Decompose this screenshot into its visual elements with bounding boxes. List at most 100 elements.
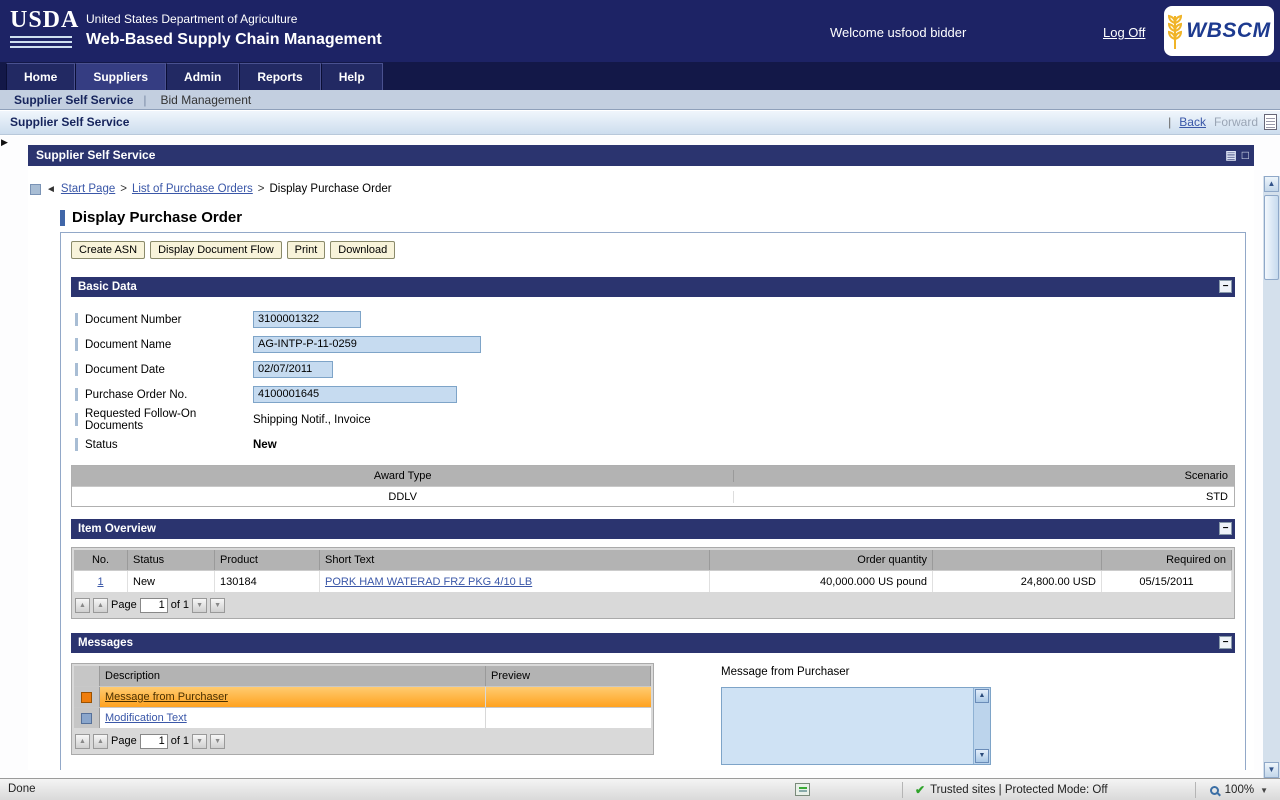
item-no-link[interactable]: 1 (97, 576, 103, 588)
create-asn-button[interactable]: Create ASN (71, 241, 145, 259)
scroll-down-button[interactable]: ▼ (1264, 762, 1279, 778)
scroll-down-icon[interactable]: ▼ (975, 749, 989, 763)
col-preview: Preview (486, 666, 651, 686)
item-table: No. Status Product Short Text Order quan… (71, 547, 1235, 619)
modification-text-link[interactable]: Modification Text (105, 712, 187, 724)
col-no: No. (74, 550, 128, 570)
security-check-icon: ✔ (915, 783, 925, 797)
zoom-control[interactable]: 100% ▼ (1195, 782, 1268, 798)
crumb-start-page[interactable]: Start Page (61, 183, 115, 195)
collapse-icon[interactable]: − (1219, 280, 1232, 293)
field-marker (75, 438, 78, 451)
col-status: Status (128, 550, 215, 570)
tab-reports[interactable]: Reports (239, 63, 320, 90)
crumb-separator: > (258, 183, 265, 195)
history-separator: | (1168, 115, 1171, 129)
textarea-scrollbar[interactable]: ▲ ▼ (973, 688, 990, 764)
message-from-purchaser-link[interactable]: Message from Purchaser (105, 691, 228, 703)
download-button[interactable]: Download (330, 241, 395, 259)
item-order-quantity: 40,000.000 US pound (710, 571, 933, 592)
next-page-button[interactable]: ▼ (192, 734, 207, 749)
zoom-icon (1210, 786, 1219, 795)
messages-table-header: Description Preview (74, 666, 651, 686)
basic-data-section-header: Basic Data − (71, 277, 1235, 297)
sub-nav: Supplier Self Service | Bid Management (0, 90, 1280, 110)
subnav-bid-management[interactable]: Bid Management (147, 93, 266, 107)
notes-icon[interactable]: ▤ (1225, 145, 1236, 166)
prev-page-button[interactable]: ▲ (93, 734, 108, 749)
tab-home[interactable]: Home (6, 63, 75, 90)
col-order-quantity: Order quantity (710, 550, 933, 570)
scenario-header: Scenario (734, 470, 1234, 482)
print-button[interactable]: Print (287, 241, 326, 259)
item-overview-title: Item Overview (78, 523, 156, 535)
item-overview-section-header: Item Overview − (71, 519, 1235, 539)
title-accent-bar (60, 210, 65, 226)
award-type-header: Award Type (72, 470, 734, 482)
page-of-label: of 1 (171, 599, 189, 611)
collapse-icon[interactable]: − (1219, 636, 1232, 649)
page-input[interactable] (140, 598, 168, 613)
forward-link[interactable]: Forward (1214, 115, 1258, 129)
agency-name: United States Department of Agriculture (86, 12, 297, 26)
page-title: Display Purchase Order (72, 209, 242, 226)
wheat-icon (1167, 12, 1183, 50)
usda-logo: USDA (10, 7, 76, 55)
message-row-selected: Message from Purchaser (74, 686, 651, 707)
scroll-up-button[interactable]: ▲ (1264, 176, 1279, 192)
usda-logo-stripes (10, 36, 72, 51)
scroll-thumb[interactable] (1264, 195, 1279, 280)
page-input[interactable] (140, 734, 168, 749)
field-marker (75, 388, 78, 401)
document-date-label: Document Date (85, 364, 253, 376)
award-table: Award Type Scenario DDLV STD (71, 465, 1235, 507)
next-page-button[interactable]: ▼ (192, 598, 207, 613)
logoff-link[interactable]: Log Off (1103, 25, 1145, 40)
document-name-label: Document Name (85, 339, 253, 351)
work-area: ▶ Supplier Self Service ▤ □ ◄ Start Page… (0, 136, 1280, 778)
award-row: DDLV STD (72, 486, 1234, 506)
panel-body: ◄ Start Page > List of Purchase Orders >… (28, 166, 1254, 770)
document-icon[interactable] (1264, 114, 1277, 130)
message-preview-cell (486, 687, 651, 707)
document-number-label: Document Number (85, 314, 253, 326)
basic-data-title: Basic Data (78, 281, 137, 293)
sidebar-expand-icon[interactable]: ▶ (1, 137, 8, 148)
toolbar: Create ASN Display Document Flow Print D… (71, 241, 1245, 259)
messages-title: Messages (78, 637, 133, 649)
tab-suppliers[interactable]: Suppliers (75, 63, 166, 90)
purchase-order-no-value: 4100001645 (253, 386, 457, 403)
item-required-on: 05/15/2011 (1102, 571, 1232, 592)
last-page-button[interactable]: ▼ (210, 598, 225, 613)
breadcrumb-bar: Supplier Self Service | Back Forward (0, 111, 1280, 135)
page-scrollbar[interactable]: ▲ ▼ (1263, 176, 1280, 778)
tab-admin[interactable]: Admin (166, 63, 239, 90)
field-marker (75, 413, 78, 426)
zoom-level: 100% (1225, 784, 1254, 796)
first-page-button[interactable]: ▲ (75, 598, 90, 613)
scroll-up-icon[interactable]: ▲ (975, 689, 989, 703)
field-marker (75, 313, 78, 326)
security-text: Trusted sites | Protected Mode: Off (930, 784, 1107, 796)
subnav-supplier-self-service[interactable]: Supplier Self Service (0, 93, 143, 107)
back-link[interactable]: Back (1179, 115, 1206, 129)
messages-section-header: Messages − (71, 633, 1235, 653)
messages-pagination: ▲ ▲ Page of 1 ▼ ▼ (74, 730, 651, 752)
item-pagination: ▲ ▲ Page of 1 ▼ ▼ (74, 594, 1232, 616)
tab-help[interactable]: Help (321, 63, 383, 90)
item-short-text-link[interactable]: PORK HAM WATERAD FRZ PKG 4/10 LB (325, 576, 532, 588)
display-document-flow-button[interactable]: Display Document Flow (150, 241, 282, 259)
maximize-icon[interactable]: □ (1242, 145, 1249, 166)
content-box: Create ASN Display Document Flow Print D… (60, 232, 1246, 770)
collapse-icon[interactable]: − (1219, 522, 1232, 535)
first-page-button[interactable]: ▲ (75, 734, 90, 749)
back-arrow-icon[interactable]: ◄ (46, 184, 56, 195)
last-page-button[interactable]: ▼ (210, 734, 225, 749)
prev-page-button[interactable]: ▲ (93, 598, 108, 613)
col-amount (933, 550, 1102, 570)
message-preview-textarea[interactable]: ▲ ▼ (721, 687, 991, 765)
history-box-icon[interactable] (30, 184, 41, 195)
crumb-list-of-purchase-orders[interactable]: List of Purchase Orders (132, 183, 253, 195)
document-name-value: AG-INTP-P-11-0259 (253, 336, 481, 353)
item-product: 130184 (215, 571, 320, 592)
